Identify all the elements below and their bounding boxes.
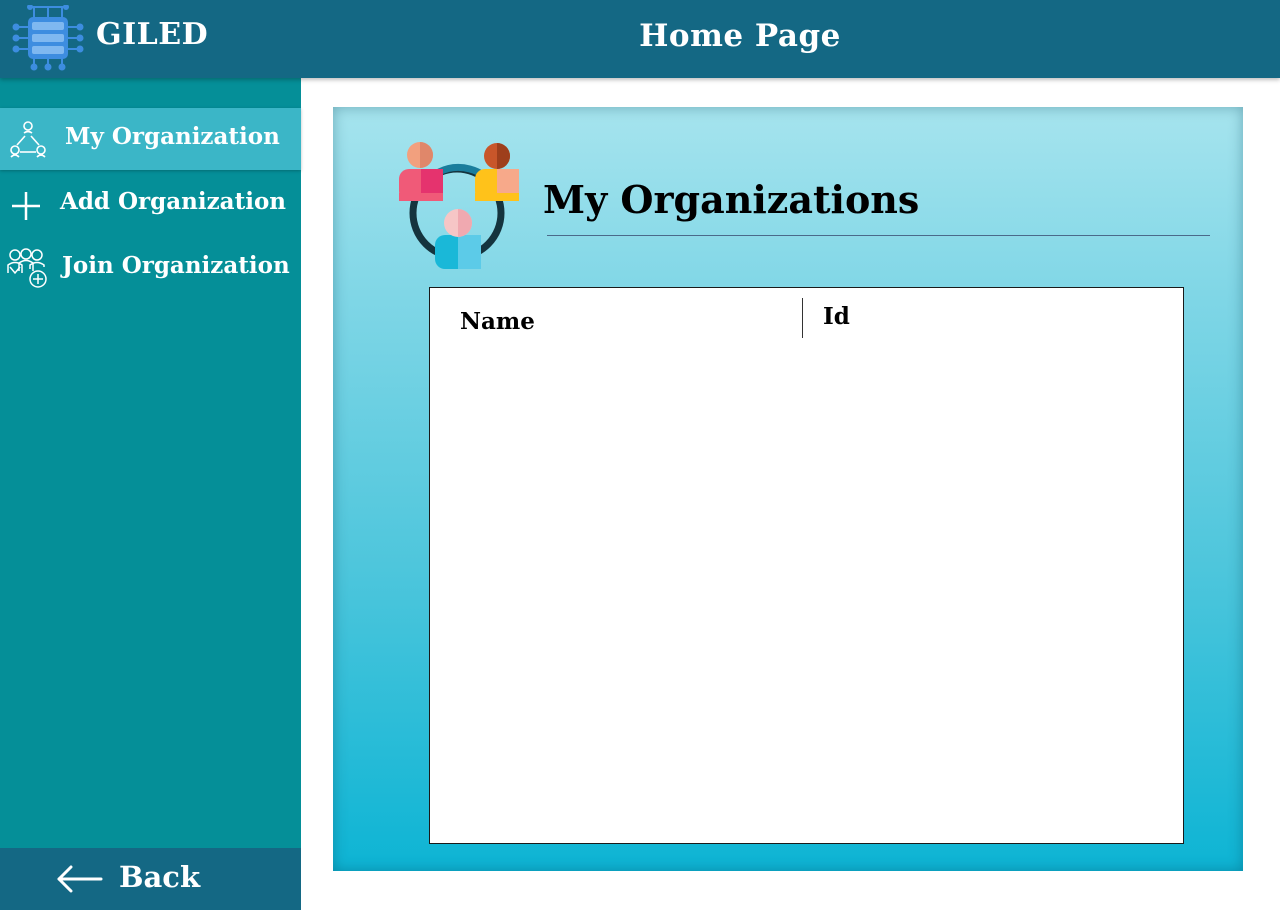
organizations-table: Name Id xyxy=(429,287,1184,844)
sidebar-item-my-organization[interactable]: My Organization xyxy=(0,108,301,170)
title-divider xyxy=(547,235,1210,236)
column-header-name[interactable]: Name xyxy=(460,308,535,335)
panel-title: My Organizations xyxy=(543,177,920,222)
arrow-left-icon xyxy=(57,865,103,893)
people-circle-icon xyxy=(399,142,519,269)
brand-name: GILED xyxy=(96,17,209,52)
app-header: GILED Home Page xyxy=(0,0,1280,78)
network-triangle-icon xyxy=(10,121,46,158)
column-header-id[interactable]: Id xyxy=(823,303,850,330)
plus-icon xyxy=(12,192,40,220)
column-divider[interactable] xyxy=(802,298,803,338)
sidebar-item-add-organization[interactable]: Add Organization xyxy=(0,174,301,236)
page-title: Home Page xyxy=(639,18,841,54)
server-network-icon xyxy=(12,5,84,71)
sidebar-item-label: Add Organization xyxy=(60,188,287,215)
back-button[interactable]: Back xyxy=(0,848,301,910)
sidebar: My Organization Add Organization Join Or xyxy=(0,78,301,848)
sidebar-item-join-organization[interactable]: Join Organization xyxy=(0,238,301,300)
group-add-icon xyxy=(7,248,47,288)
organizations-panel: My Organizations Name Id xyxy=(333,107,1243,871)
sidebar-item-label: Join Organization xyxy=(62,252,290,279)
back-label: Back xyxy=(119,860,201,894)
sidebar-item-label: My Organization xyxy=(65,123,280,150)
